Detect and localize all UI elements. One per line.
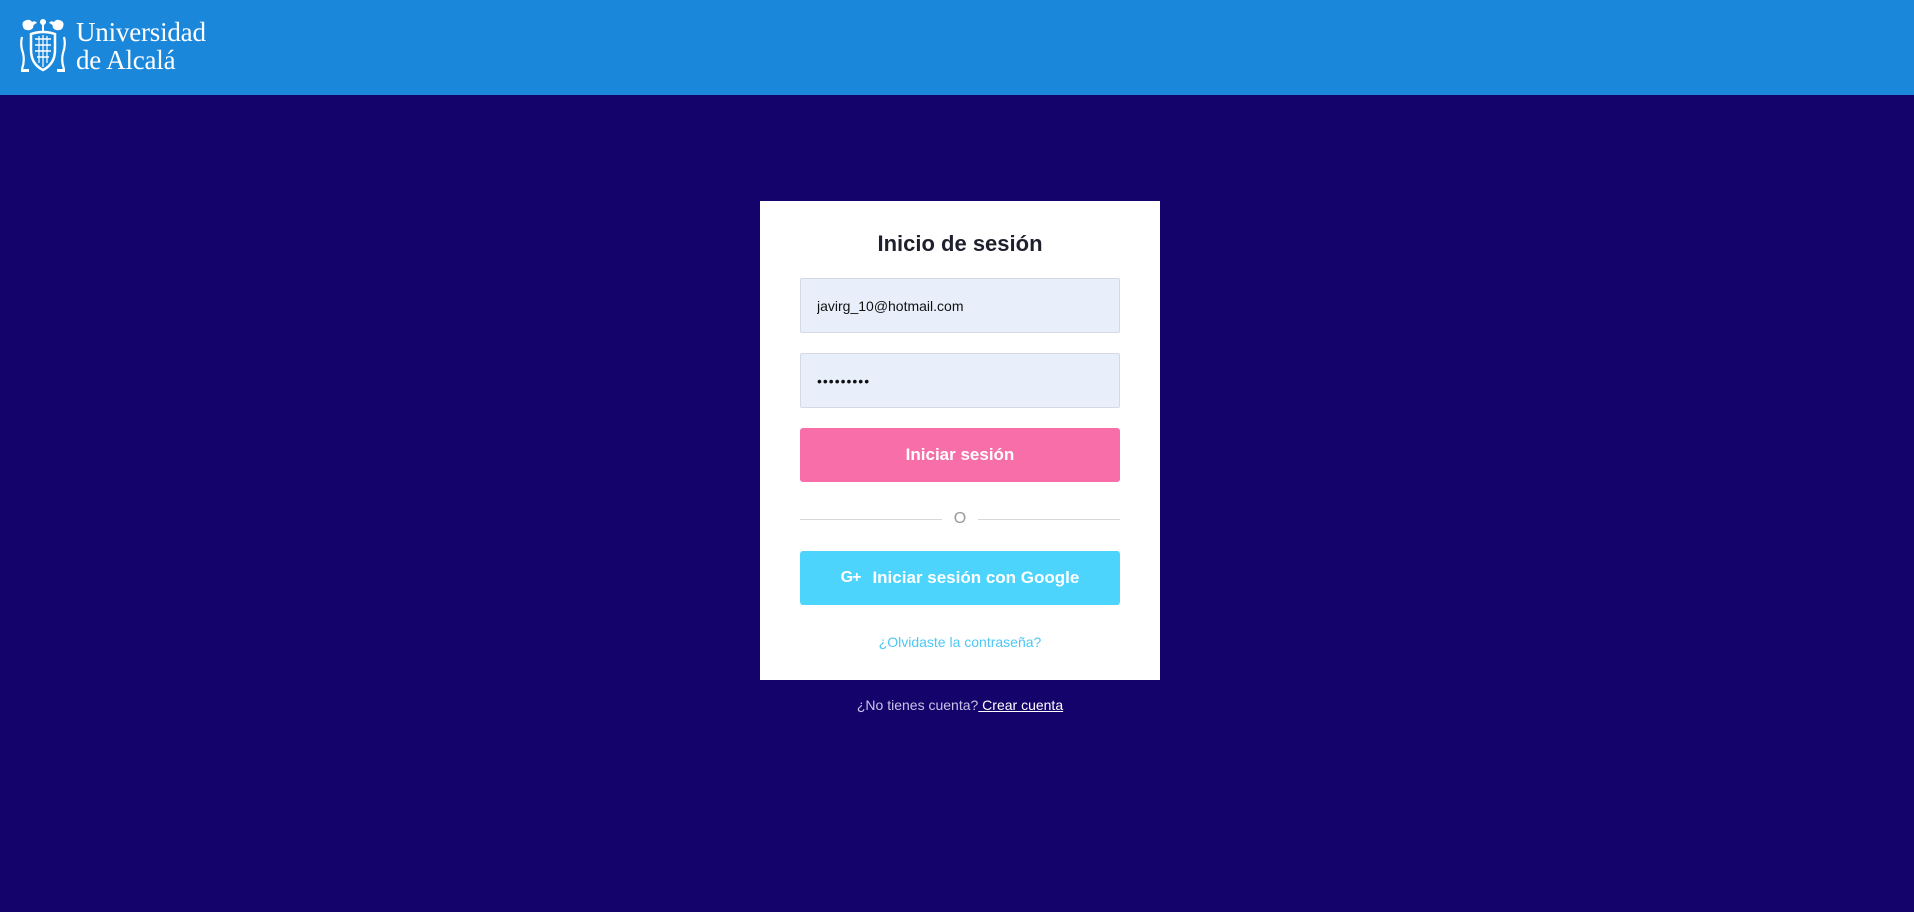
logo-line-2: de Alcalá	[76, 45, 176, 75]
login-card: Inicio de sesión Iniciar sesión O G+ Ini…	[760, 201, 1160, 680]
university-logo[interactable]: Universidad de Alcalá	[19, 17, 206, 74]
login-button[interactable]: Iniciar sesión	[800, 428, 1120, 482]
signup-prompt-row: ¿No tienes cuenta? Crear cuenta	[760, 697, 1160, 713]
password-input[interactable]	[800, 353, 1120, 408]
divider-line-right	[978, 519, 1120, 520]
university-crest-icon	[20, 19, 66, 72]
login-title: Inicio de sesión	[877, 231, 1043, 256]
forgot-password-link[interactable]: ¿Olvidaste la contraseña?	[760, 634, 1160, 650]
email-input[interactable]	[800, 278, 1120, 333]
or-divider: O	[800, 509, 1120, 529]
university-logo-text: Universidad de Alcalá	[76, 18, 206, 74]
login-button-label: Iniciar sesión	[905, 445, 1015, 464]
signup-prompt-text: ¿No tienes cuenta?	[856, 697, 979, 713]
google-login-button[interactable]: G+ Iniciar sesión con Google	[800, 551, 1120, 605]
create-account-link[interactable]: Crear cuenta	[978, 697, 1063, 713]
google-plus-icon: G+	[840, 569, 862, 586]
logo-line-1: Universidad	[76, 17, 206, 47]
google-login-label: Iniciar sesión con Google	[872, 568, 1080, 587]
top-header: Universidad de Alcalá	[0, 0, 1914, 95]
